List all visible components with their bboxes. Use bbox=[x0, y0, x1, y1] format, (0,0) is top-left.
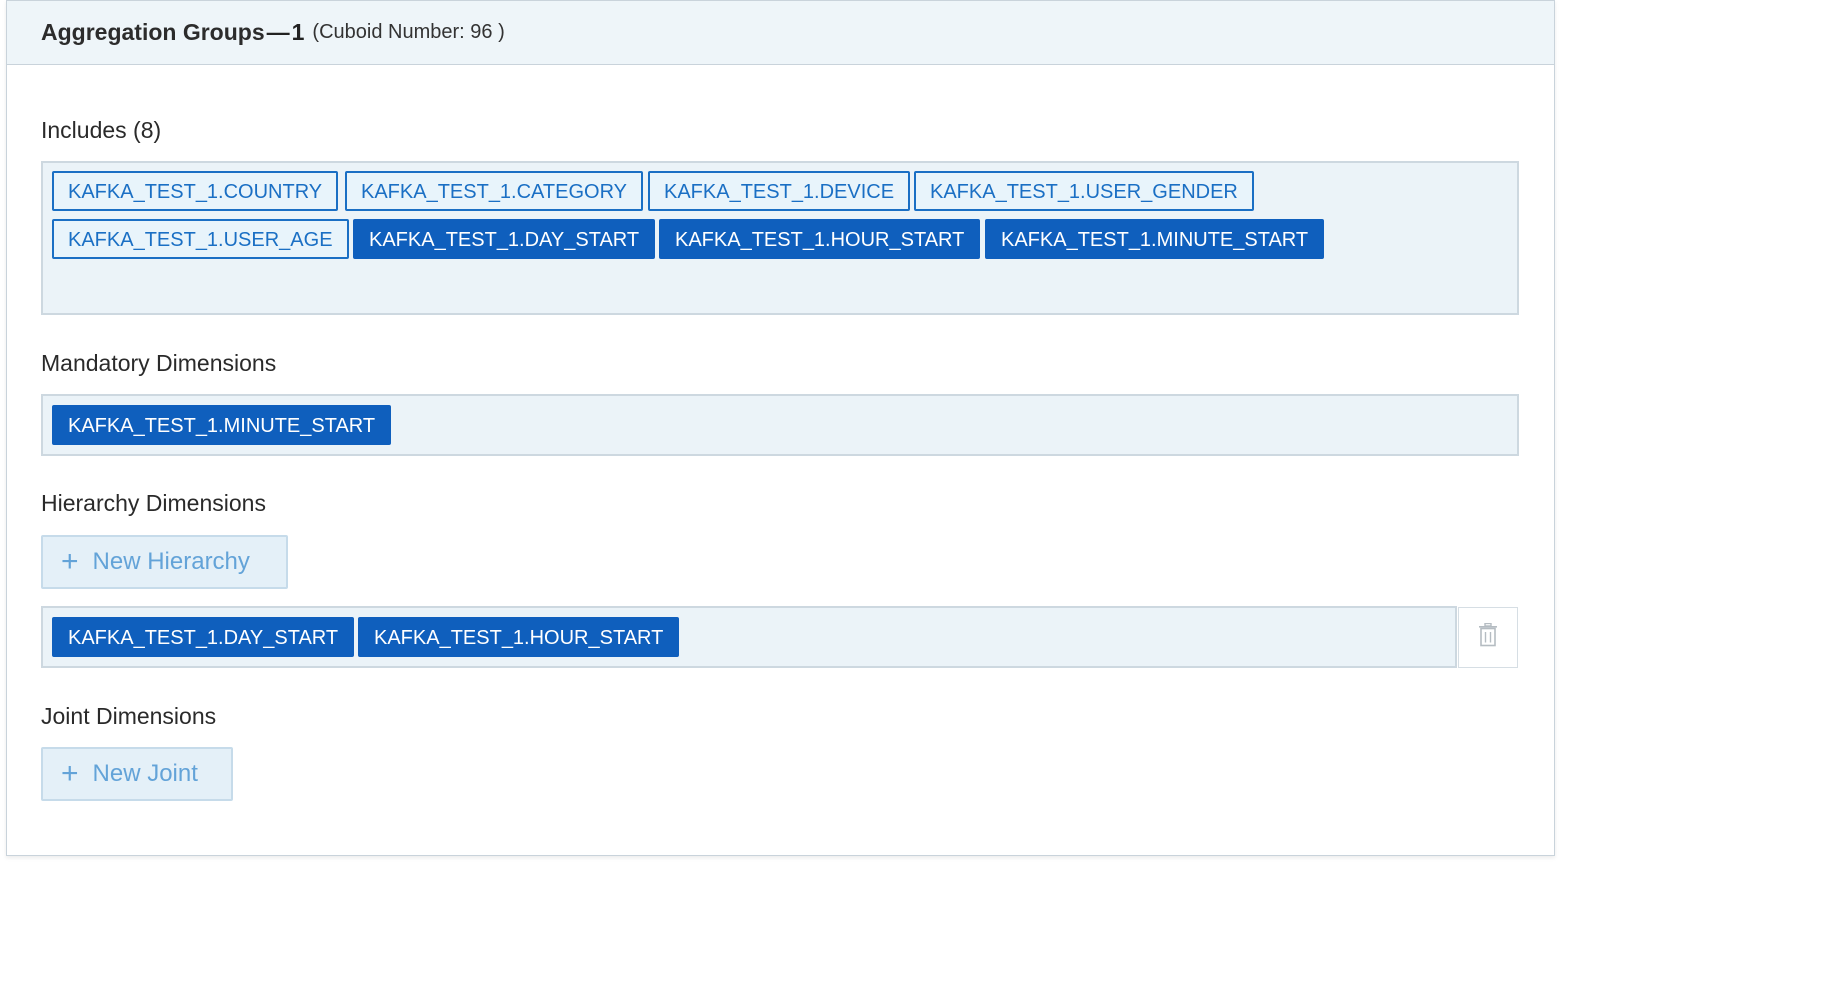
joint-label: Joint Dimensions bbox=[41, 703, 217, 729]
delete-hierarchy-button[interactable] bbox=[1458, 607, 1518, 668]
plus-icon: + bbox=[61, 545, 79, 578]
include-tag-minute-start[interactable]: KAFKA_TEST_1.MINUTE_START bbox=[985, 219, 1325, 259]
mandatory-tag-minute-start[interactable]: KAFKA_TEST_1.MINUTE_START bbox=[52, 405, 392, 445]
plus-icon: + bbox=[61, 757, 79, 790]
include-tag-user-age[interactable]: KAFKA_TEST_1.USER_AGE bbox=[52, 219, 349, 259]
hierarchy-group-select[interactable]: KAFKA_TEST_1.DAY_START KAFKA_TEST_1.HOUR… bbox=[41, 606, 1457, 668]
include-tag-user-gender[interactable]: KAFKA_TEST_1.USER_GENDER bbox=[914, 171, 1254, 211]
include-tag-country[interactable]: KAFKA_TEST_1.COUNTRY bbox=[52, 171, 339, 211]
panel-header: Aggregation Groups — 1 (Cuboid Number: 9… bbox=[7, 1, 1554, 65]
new-hierarchy-button[interactable]: + New Hierarchy bbox=[41, 535, 288, 589]
hierarchy-label: Hierarchy Dimensions bbox=[41, 490, 266, 516]
title-separator: — bbox=[266, 19, 290, 45]
mandatory-select[interactable]: KAFKA_TEST_1.MINUTE_START bbox=[41, 394, 1519, 456]
mandatory-label: Mandatory Dimensions bbox=[41, 350, 277, 376]
group-number: 1 bbox=[291, 19, 305, 45]
include-tag-hour-start[interactable]: KAFKA_TEST_1.HOUR_START bbox=[659, 219, 981, 259]
hierarchy-tag-day-start[interactable]: KAFKA_TEST_1.DAY_START bbox=[52, 617, 355, 657]
includes-select[interactable]: KAFKA_TEST_1.COUNTRY KAFKA_TEST_1.CATEGO… bbox=[41, 161, 1519, 315]
new-joint-button[interactable]: + New Joint bbox=[41, 747, 233, 801]
includes-label: Includes (8) bbox=[41, 117, 162, 143]
panel-title: Aggregation Groups bbox=[41, 19, 265, 45]
cuboid-number: (Cuboid Number: 96 ) bbox=[312, 21, 505, 43]
trash-icon bbox=[1478, 622, 1498, 652]
new-hierarchy-label: New Hierarchy bbox=[92, 548, 250, 575]
new-joint-label: New Joint bbox=[92, 760, 198, 787]
include-tag-category[interactable]: KAFKA_TEST_1.CATEGORY bbox=[345, 171, 644, 211]
hierarchy-tag-hour-start[interactable]: KAFKA_TEST_1.HOUR_START bbox=[358, 617, 680, 657]
include-tag-device[interactable]: KAFKA_TEST_1.DEVICE bbox=[648, 171, 911, 211]
include-tag-day-start[interactable]: KAFKA_TEST_1.DAY_START bbox=[353, 219, 656, 259]
